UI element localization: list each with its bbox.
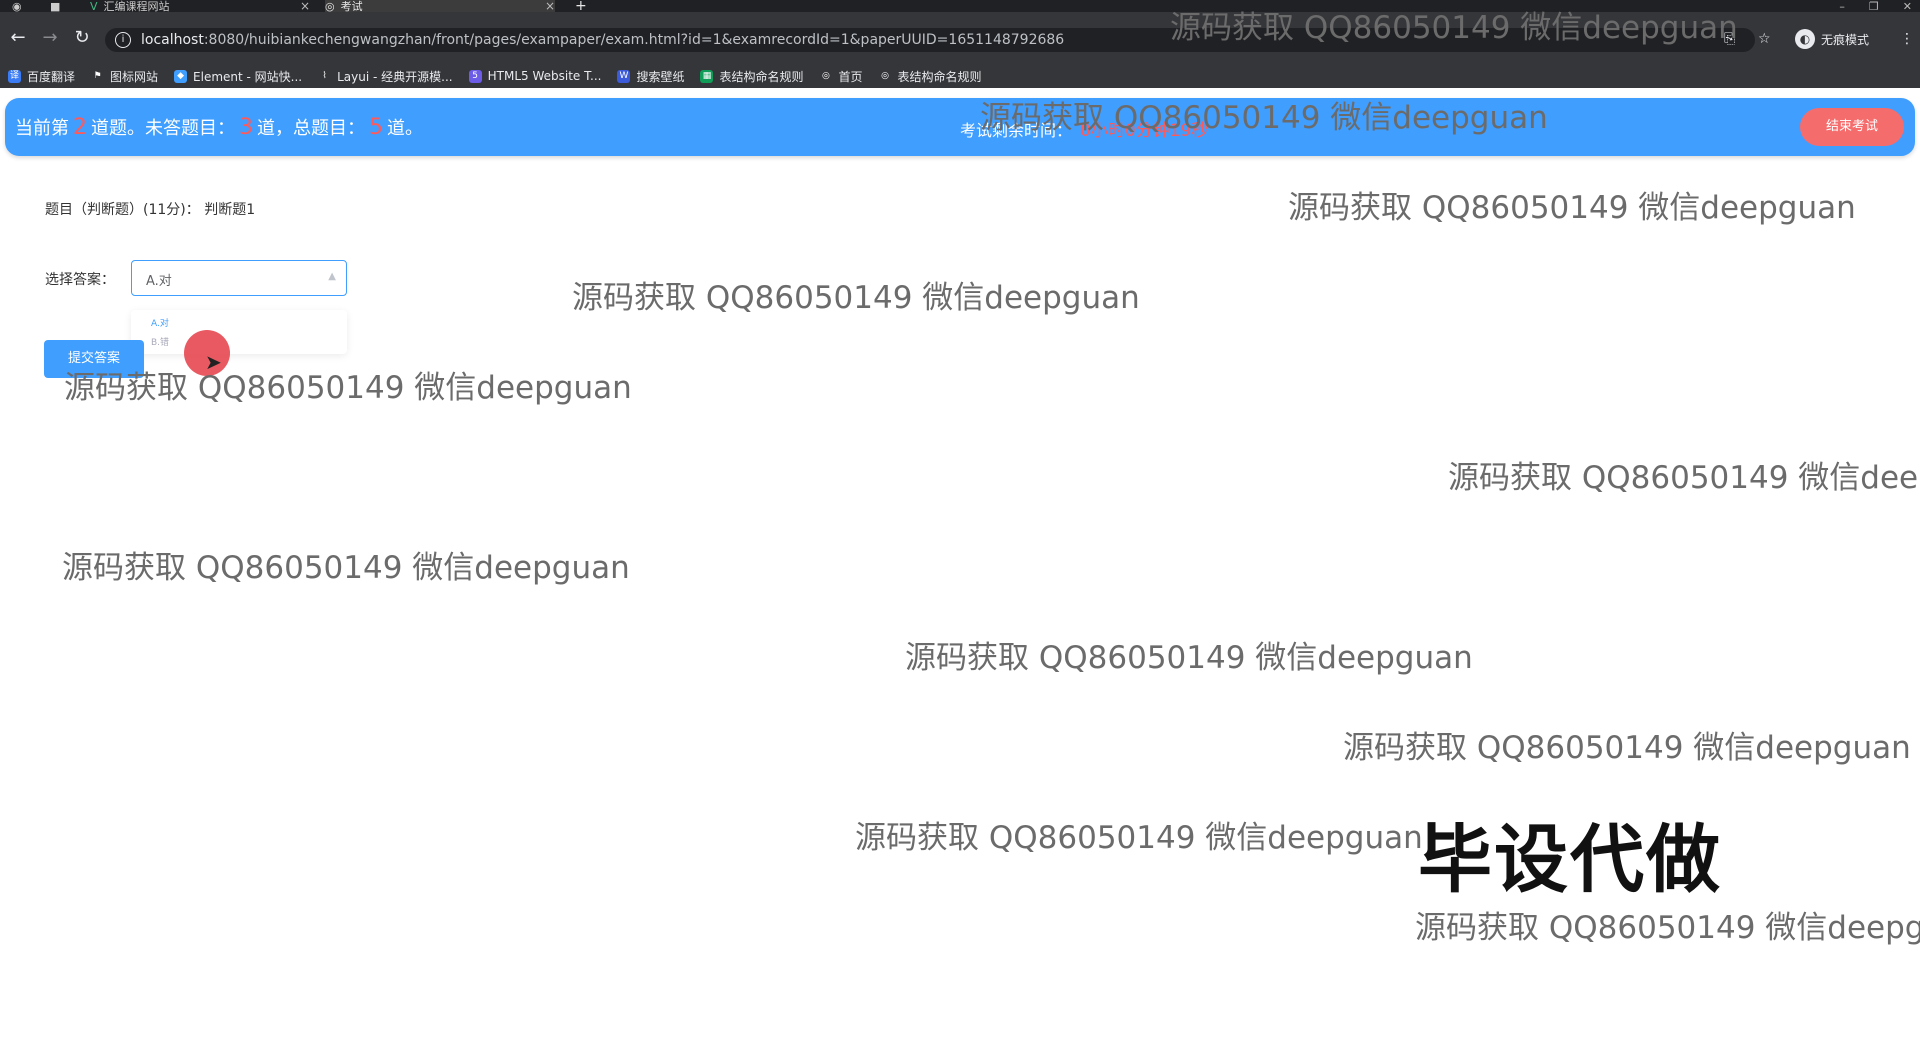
watermark-text: 源码获取 QQ86050149 微信deepguan — [1448, 460, 1920, 496]
unanswered-count: 3 — [239, 115, 253, 140]
info-icon[interactable]: i — [115, 32, 131, 48]
bookmarks-bar: 译百度翻译 ⚑ 图标网站 ◆ Element - 网站快... ⌇ Layui - 经… — [0, 64, 1920, 88]
progress-suffix: 道。 — [387, 118, 423, 139]
dropdown-option[interactable]: A.对 — [151, 316, 169, 329]
watermark-text: 源码获取 QQ86050149 微信deepguan — [980, 100, 1548, 136]
sheet-icon: ▦ — [700, 69, 714, 83]
watermark-text: 源码获取 QQ86050149 微信deepguan — [572, 280, 1140, 316]
bookmark-item[interactable]: ◎ 表结构命名规则 — [879, 68, 982, 85]
progress-prefix: 当前第 — [15, 118, 69, 139]
window-close-icon[interactable]: ✕ — [1903, 0, 1912, 13]
element-icon: ◆ — [174, 69, 188, 83]
bookmark-label: Layui - 经典开源模... — [337, 69, 453, 84]
watermark-text: 源码获取 QQ86050149 微信deepguan — [1415, 910, 1920, 946]
watermark-text: 源码获取 QQ86050149 微信deepguan — [62, 550, 630, 586]
bookmark-item[interactable]: W 搜索壁纸 — [617, 68, 684, 85]
menu-icon[interactable]: ⋮ — [1900, 31, 1914, 47]
progress-total-label: 道，总题目： — [257, 118, 365, 139]
bookmark-item[interactable]: ◆ Element - 网站快... — [174, 68, 302, 85]
answer-label: 选择答案： — [45, 272, 115, 288]
incognito-indicator[interactable]: ◐ 无痕模式 — [1795, 26, 1869, 52]
minimize-icon[interactable]: – — [1839, 0, 1845, 13]
watermark-text: 源码获取 QQ86050149 微信deepguan — [905, 640, 1473, 676]
answer-select[interactable]: A.对 ▲ — [131, 260, 347, 296]
close-icon[interactable]: × — [545, 0, 555, 12]
maximize-icon[interactable]: ❐ — [1869, 0, 1879, 13]
exam-status-header: 当前第 2 道题。未答题目： 3 道，总题目： 5 道。 考试剩余时间： 0小时0分钟19秒 … — [5, 98, 1915, 156]
chevron-up-icon: ▲ — [328, 271, 336, 282]
tab-title: 汇编课程网站 — [103, 0, 170, 13]
watermark-big-text: 毕设代做 — [1418, 817, 1722, 903]
wallpaper-icon: W — [617, 69, 631, 83]
bookmark-label: 图标网站 — [110, 69, 159, 84]
window-controls: – ❐ ✕ — [1839, 0, 1912, 13]
back-arrow-icon[interactable]: ← — [8, 28, 28, 48]
bookmark-label: 表结构命名规则 — [719, 69, 804, 84]
tab-title: 考试 — [340, 0, 363, 13]
bookmark-item[interactable]: 5 HTML5 Website T... — [468, 69, 602, 83]
watermark-text: 源码获取 QQ86050149 微信deepguan — [855, 820, 1423, 856]
question-title: 题目（判断题）(11分)： 判断题1 — [45, 202, 256, 218]
translate-icon: 译 — [8, 69, 21, 83]
bookmark-item[interactable]: ◎ 首页 — [819, 68, 862, 85]
dropdown-option[interactable]: B.错 — [151, 335, 169, 348]
globe-icon: ◎ — [822, 70, 830, 81]
watermark-text: 源码获取 QQ86050149 微信deepguan — [1170, 10, 1738, 46]
answer-dropdown: A.对 B.错 — [131, 310, 347, 354]
vue-icon: V — [90, 0, 98, 13]
url-text[interactable]: localhost:8080/huibiankechengwangzhan/fr… — [141, 32, 1064, 48]
incognito-icon: ◐ — [1795, 29, 1815, 49]
bookmark-label: 搜索壁纸 — [636, 69, 685, 84]
question-progress: 当前第 2 道题。未答题目： 3 道，总题目： 5 道。 — [15, 114, 423, 140]
tab-course-site[interactable]: V 汇编课程网站 × — [90, 0, 310, 12]
bookmark-item[interactable]: ⚑ 图标网站 — [91, 68, 158, 85]
bookmark-label: HTML5 Website T... — [487, 69, 602, 83]
tab-exam[interactable]: ◎ 考试 × — [325, 0, 555, 12]
flag-icon: ⚑ — [93, 70, 102, 81]
globe-icon: ◎ — [881, 70, 889, 81]
tab-search-icon[interactable]: ■ — [50, 0, 64, 12]
progress-unanswered-label: 道题。未答题目： — [91, 118, 235, 139]
close-icon[interactable]: × — [300, 0, 310, 12]
new-tab-button[interactable]: + — [575, 0, 589, 13]
watermark-text: 源码获取 QQ86050149 微信deepguan — [64, 370, 632, 406]
bookmark-label: Element - 网站快... — [193, 69, 303, 84]
end-exam-button[interactable]: 结束考试 — [1800, 108, 1904, 146]
html5-icon: 5 — [468, 69, 482, 83]
selected-answer: A.对 — [146, 274, 172, 289]
bookmark-item[interactable]: ⌇ Layui - 经典开源模... — [318, 68, 452, 85]
globe-icon: ◎ — [325, 0, 335, 13]
bookmark-item[interactable]: ▦ 表结构命名规则 — [700, 68, 803, 85]
layui-icon: ⌇ — [322, 70, 327, 81]
bookmark-item[interactable]: 译百度翻译 — [8, 68, 75, 85]
incognito-label: 无痕模式 — [1821, 32, 1870, 47]
bookmark-label: 首页 — [838, 69, 863, 84]
current-question-number: 2 — [73, 115, 87, 140]
watermark-text: 源码获取 QQ86050149 微信deepguan — [1288, 190, 1856, 226]
reload-icon[interactable]: ↻ — [72, 28, 92, 48]
browser-icon: ◉ — [12, 0, 22, 13]
bookmark-star-icon[interactable]: ☆ — [1758, 31, 1771, 47]
url-host: localhost — [141, 32, 204, 48]
total-count: 5 — [369, 115, 383, 140]
watermark-text: 源码获取 QQ86050149 微信deepguan — [1343, 730, 1911, 766]
bookmark-label: 百度翻译 — [27, 69, 76, 84]
bookmark-label: 表结构命名规则 — [897, 69, 982, 84]
url-path: :8080/huibiankechengwangzhan/front/pages… — [203, 32, 1065, 48]
forward-arrow-icon[interactable]: → — [40, 28, 60, 48]
